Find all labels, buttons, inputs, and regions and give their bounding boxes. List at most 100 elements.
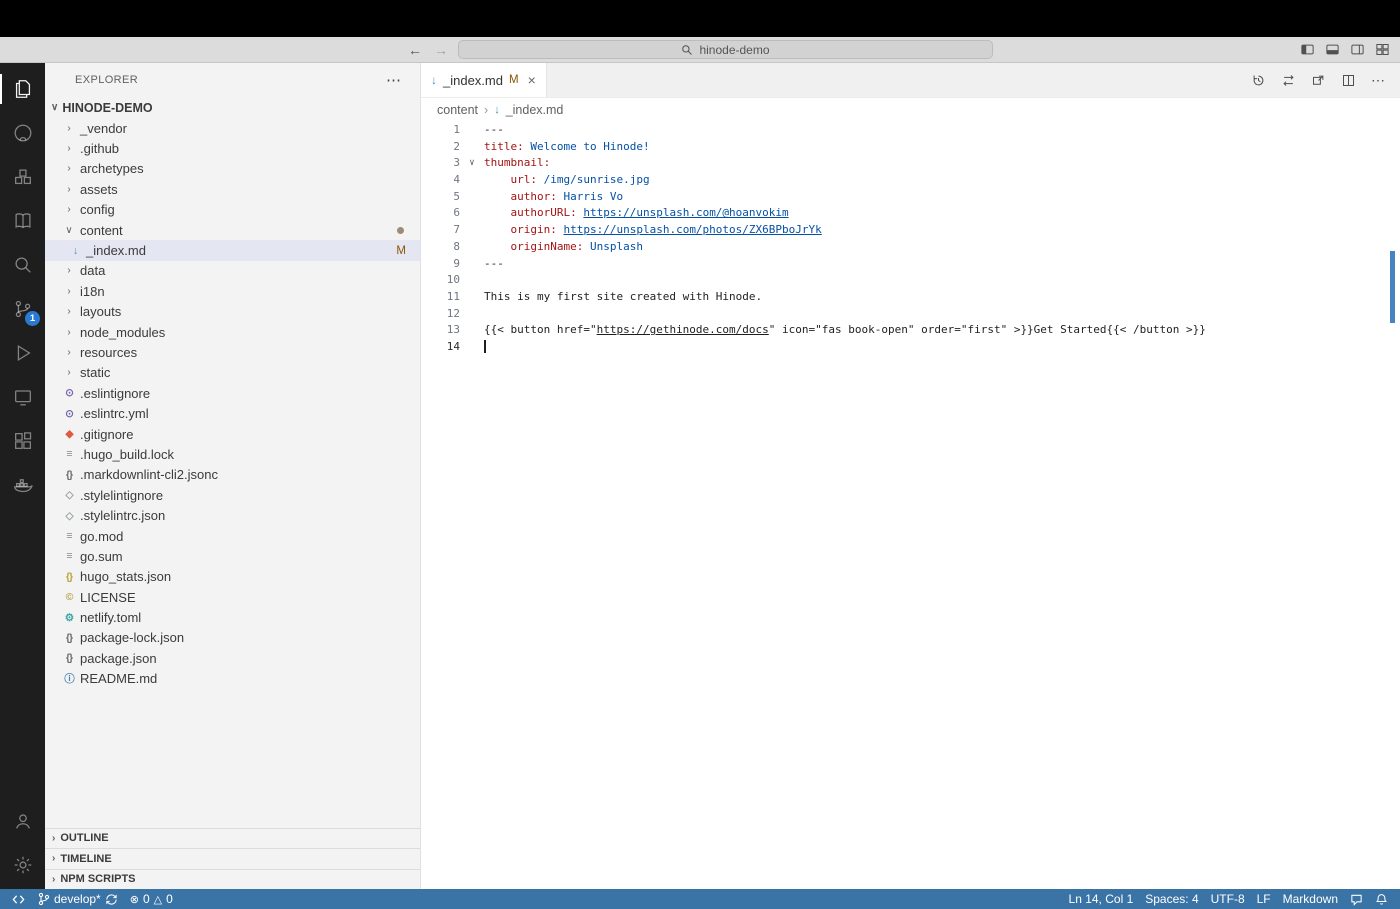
- files-icon: [15, 80, 30, 98]
- customize-layout-button[interactable]: [1375, 42, 1390, 57]
- fold-chevron-icon[interactable]: ∨: [460, 155, 484, 172]
- close-tab-icon[interactable]: ×: [528, 72, 536, 88]
- overview-ruler-modified-marker: [1390, 251, 1395, 323]
- tree-file-.eslintignore[interactable]: ⊙ .eslintignore: [45, 383, 420, 403]
- account-button[interactable]: [0, 799, 45, 843]
- code-line-2[interactable]: 2 title: Welcome to Hinode!: [421, 139, 1400, 156]
- tree-item-label: go.mod: [80, 528, 124, 544]
- toggle-secondary-sidebar-button[interactable]: [1350, 42, 1365, 57]
- nav-forward-button[interactable]: →: [434, 42, 448, 58]
- tree-file-LICENSE[interactable]: © LICENSE: [45, 587, 420, 607]
- tree-folder-.github[interactable]: › .github: [45, 138, 420, 158]
- code-line-7[interactable]: 7 origin: https://unsplash.com/photos/ZX…: [421, 222, 1400, 239]
- activity-explorer[interactable]: [0, 67, 45, 111]
- tree-file-go.mod[interactable]: ≡ go.mod: [45, 526, 420, 546]
- tree-folder-content[interactable]: ∨ content: [45, 220, 420, 240]
- tree-file-.stylelintignore[interactable]: ◇ .stylelintignore: [45, 485, 420, 505]
- compare-changes-button[interactable]: [1281, 73, 1296, 88]
- tree-folder-resources[interactable]: › resources: [45, 342, 420, 362]
- notifications-button[interactable]: [1369, 893, 1394, 906]
- breadcrumbs[interactable]: content › ↓ _index.md: [421, 98, 1400, 122]
- activity-github[interactable]: [0, 111, 45, 155]
- tree-item-label: package-lock.json: [80, 630, 185, 646]
- tree-folder-data[interactable]: › data: [45, 261, 420, 281]
- sidebar-section-outline[interactable]: › OUTLINE: [45, 827, 420, 849]
- tree-folder-static[interactable]: › static: [45, 363, 420, 383]
- code-line-8[interactable]: 8 originName: Unsplash: [421, 239, 1400, 256]
- code-line-12[interactable]: 12: [421, 306, 1400, 323]
- language-mode[interactable]: Markdown: [1277, 892, 1344, 906]
- tree-folder-i18n[interactable]: › i18n: [45, 281, 420, 301]
- open-preview-button[interactable]: [1311, 73, 1326, 88]
- editor-group: ↓ _index.md M × ⋯ content › ↓ _index.md: [421, 63, 1400, 889]
- explorer-more-actions-icon[interactable]: ⋯: [386, 71, 402, 89]
- search-value: hinode-demo: [699, 42, 770, 57]
- tree-item-label: .hugo_build.lock: [80, 446, 174, 462]
- fold-column: [460, 222, 484, 239]
- tree-folder-_vendor[interactable]: › _vendor: [45, 118, 420, 138]
- tree-file-package-lock.json[interactable]: {} package-lock.json: [45, 628, 420, 648]
- breadcrumb-folder[interactable]: content: [437, 103, 478, 117]
- nav-back-button[interactable]: ←: [408, 42, 422, 58]
- tree-file-.markdownlint-cli2.jsonc[interactable]: {} .markdownlint-cli2.jsonc: [45, 465, 420, 485]
- tree-file-hugo_stats.json[interactable]: {} hugo_stats.json: [45, 567, 420, 587]
- activity-search[interactable]: [0, 243, 45, 287]
- code-line-13[interactable]: 13 {{< button href="https://gethinode.com…: [421, 322, 1400, 339]
- activity-run-debug[interactable]: [0, 331, 45, 375]
- tree-file-README.md[interactable]: ⓘ README.md: [45, 669, 420, 689]
- tree-file-.hugo_build.lock[interactable]: ≡ .hugo_build.lock: [45, 444, 420, 464]
- tree-folder-node_modules[interactable]: › node_modules: [45, 322, 420, 342]
- code-line-9[interactable]: 9 ---: [421, 256, 1400, 273]
- toggle-panel-button[interactable]: [1325, 42, 1340, 57]
- code-line-1[interactable]: 1 ---: [421, 122, 1400, 139]
- tree-folder-config[interactable]: › config: [45, 200, 420, 220]
- sidebar-section-npm-scripts[interactable]: › NPM SCRIPTS: [45, 868, 420, 890]
- feedback-button[interactable]: [1344, 893, 1369, 906]
- tree-folder-layouts[interactable]: › layouts: [45, 302, 420, 322]
- toggle-primary-sidebar-button[interactable]: [1300, 42, 1315, 57]
- activity-source-control[interactable]: 1: [0, 287, 45, 331]
- code-line-11[interactable]: 11 This is my first site created with Hin…: [421, 289, 1400, 306]
- activity-cubes[interactable]: [0, 155, 45, 199]
- indentation-status[interactable]: Spaces: 4: [1139, 892, 1204, 906]
- settings-button[interactable]: [0, 843, 45, 887]
- docker-icon: [13, 479, 33, 493]
- encoding-status[interactable]: UTF-8: [1205, 892, 1251, 906]
- activity-docker[interactable]: [0, 463, 45, 507]
- activity-extensions[interactable]: [0, 419, 45, 463]
- code-line-6[interactable]: 6 authorURL: https://unsplash.com/@hoanv…: [421, 205, 1400, 222]
- more-actions-icon[interactable]: ⋯: [1371, 72, 1386, 89]
- code-text: author: Harris Vo: [510, 189, 624, 203]
- code-line-5[interactable]: 5 author: Harris Vo: [421, 189, 1400, 206]
- tree-file-netlify.toml[interactable]: ⚙ netlify.toml: [45, 607, 420, 627]
- tab-index-md[interactable]: ↓ _index.md M ×: [421, 63, 547, 97]
- editor[interactable]: 1 --- 2 title: Welcome to Hinode! 3 ∨ thumbnai…: [421, 122, 1400, 889]
- cursor-position[interactable]: Ln 14, Col 1: [1063, 892, 1140, 906]
- tree-file-.eslintrc.yml[interactable]: ⊙ .eslintrc.yml: [45, 403, 420, 423]
- problems-status[interactable]: ⊗ 0 △ 0: [124, 889, 179, 909]
- tree-item-label: .stylelintignore: [80, 487, 164, 503]
- tree-file-.gitignore[interactable]: ◆ .gitignore: [45, 424, 420, 444]
- code-line-3[interactable]: 3 ∨ thumbnail:: [421, 155, 1400, 172]
- sidebar-section-timeline[interactable]: › TIMELINE: [45, 848, 420, 869]
- history-button[interactable]: [1251, 73, 1266, 88]
- activity-docs[interactable]: [0, 199, 45, 243]
- split-editor-button[interactable]: [1341, 73, 1356, 88]
- branch-status[interactable]: develop*: [31, 889, 124, 909]
- chevron-right-icon: ›: [52, 832, 56, 844]
- tree-file-go.sum[interactable]: ≡ go.sum: [45, 546, 420, 566]
- code-line-14[interactable]: 14: [421, 339, 1400, 356]
- tree-folder-archetypes[interactable]: › archetypes: [45, 159, 420, 179]
- remote-indicator[interactable]: [6, 889, 31, 909]
- code-line-4[interactable]: 4 url: /img/sunrise.jpg: [421, 172, 1400, 189]
- command-center-search[interactable]: hinode-demo: [458, 40, 993, 59]
- tree-file-package.json[interactable]: {} package.json: [45, 648, 420, 668]
- tree-folder-assets[interactable]: › assets: [45, 179, 420, 199]
- code-line-10[interactable]: 10: [421, 272, 1400, 289]
- activity-remote-explorer[interactable]: [0, 375, 45, 419]
- eol-status[interactable]: LF: [1251, 892, 1277, 906]
- breadcrumb-file[interactable]: _index.md: [506, 103, 564, 117]
- tree-file-_index.md[interactable]: ↓ _index.md M: [45, 240, 420, 261]
- tree-file-.stylelintrc.json[interactable]: ◇ .stylelintrc.json: [45, 505, 420, 525]
- tree-root-folder[interactable]: ∨ HINODE-DEMO: [45, 97, 420, 118]
